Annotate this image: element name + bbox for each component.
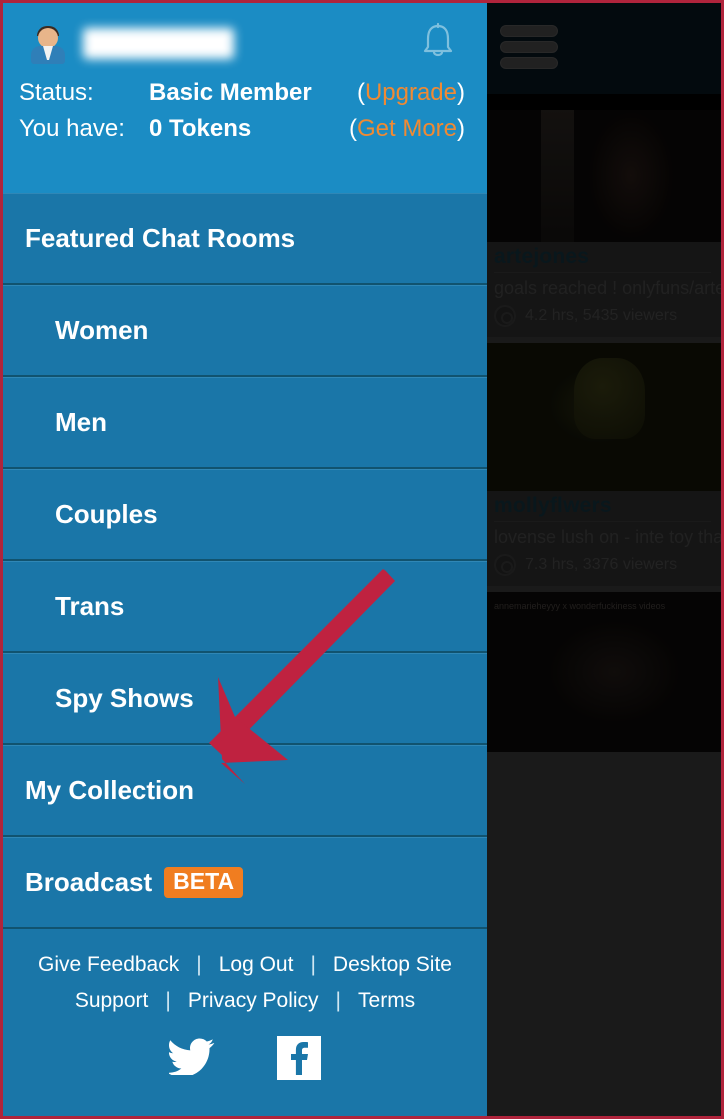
get-more-link[interactable]: (Get More)	[349, 115, 465, 143]
status-value: Basic Member	[149, 79, 312, 106]
sidebar-item-women[interactable]: Women	[3, 285, 487, 377]
cam-thumbnail[interactable]	[484, 343, 721, 491]
cam-description: lovense lush on - inte toy that vibrates…	[494, 527, 721, 547]
sidebar-item-my-collection[interactable]: My Collection	[3, 745, 487, 837]
sidebar-item-featured-chat-rooms[interactable]: Featured Chat Rooms	[3, 193, 487, 285]
sidebar-item-men[interactable]: Men	[3, 377, 487, 469]
sidebar-drawer: xxxxxxxxx Status: Basic Member (Upgrade)…	[3, 3, 487, 1116]
sidebar-item-label: My Collection	[25, 775, 195, 805]
social-links	[3, 1035, 487, 1080]
notification-bell-icon[interactable]	[421, 21, 455, 61]
paren-close: )	[457, 115, 465, 142]
sidebar-item-spy-shows[interactable]: Spy Shows	[3, 653, 487, 745]
footer-separator: |	[196, 953, 202, 976]
cam-card[interactable]: mollyflwers lovense lush on - inte toy t…	[484, 343, 721, 586]
cam-name[interactable]: artejones	[494, 245, 711, 273]
support-link[interactable]: Support	[75, 989, 149, 1013]
cam-name[interactable]: mollyflwers	[494, 494, 711, 522]
cam-thumbnail[interactable]: annemarieheyyy x wonderfuckiness videos	[484, 592, 721, 752]
terms-link[interactable]: Terms	[358, 989, 415, 1013]
sidebar-item-label: Couples	[55, 499, 158, 529]
privacy-policy-link[interactable]: Privacy Policy	[188, 989, 319, 1013]
cam-overlay-label: annemarieheyyy x wonderfuckiness videos	[494, 601, 666, 611]
cam-card[interactable]: artejones goals reached ! onlyfuns/artej…	[484, 94, 721, 337]
webcam-icon	[494, 305, 516, 327]
cam-stats-text: 7.3 hrs, 3376 viewers	[525, 556, 678, 573]
upgrade-link[interactable]: (Upgrade)	[357, 79, 465, 107]
sidebar-footer: Give Feedback | Log Out | Desktop Site S…	[3, 929, 487, 1116]
sidebar-item-label: Men	[55, 407, 107, 437]
tokens-value: 0 Tokens	[149, 115, 252, 142]
main-content-panel: artejones goals reached ! onlyfuns/artej…	[484, 3, 721, 1116]
cam-meta: artejones goals reached ! onlyfuns/artej…	[484, 242, 721, 337]
status-label: Status:	[19, 79, 94, 106]
app-screen: artejones goals reached ! onlyfuns/artej…	[0, 0, 724, 1119]
paren-open: (	[348, 115, 357, 142]
sidebar-item-couples[interactable]: Couples	[3, 469, 487, 561]
top-bar	[484, 3, 721, 94]
facebook-icon[interactable]	[277, 1035, 321, 1080]
twitter-icon[interactable]	[167, 1035, 217, 1080]
upgrade-link-text[interactable]: Upgrade	[365, 79, 457, 106]
sidebar-item-label: Broadcast BETA	[3, 867, 244, 898]
cam-thumbnail[interactable]	[484, 94, 721, 242]
cam-meta: mollyflwers lovense lush on - inte toy t…	[484, 491, 721, 586]
sidebar-item-label: Spy Shows	[55, 683, 194, 713]
cam-stats: 7.3 hrs, 3376 viewers	[494, 554, 711, 576]
footer-separator: |	[165, 989, 171, 1012]
give-feedback-link[interactable]: Give Feedback	[38, 953, 179, 977]
sidebar-item-broadcast[interactable]: Broadcast BETA	[3, 837, 487, 929]
status-row: Status: Basic Member (Upgrade)	[19, 79, 471, 107]
webcam-icon	[494, 554, 516, 576]
get-more-link-text[interactable]: Get More	[357, 115, 457, 142]
footer-links-row-2: Support | Privacy Policy | Terms	[3, 989, 487, 1013]
sidebar-item-label: Trans	[55, 591, 125, 621]
cam-stats-text: 4.2 hrs, 5435 viewers	[525, 307, 678, 324]
cam-stats: 4.2 hrs, 5435 viewers	[494, 305, 711, 327]
footer-separator: |	[335, 989, 342, 1012]
cam-description: goals reached ! onlyfuns/artejones	[494, 278, 721, 298]
footer-links-row-1: Give Feedback | Log Out | Desktop Site	[3, 953, 487, 977]
footer-separator: |	[310, 953, 316, 976]
log-out-link[interactable]: Log Out	[219, 953, 294, 977]
username-label: xxxxxxxxx	[83, 27, 235, 59]
paren-close: )	[457, 79, 465, 106]
tokens-label: You have:	[19, 115, 125, 142]
paren-open: (	[356, 79, 365, 106]
hamburger-menu-icon[interactable]	[500, 25, 558, 69]
sidebar-header: xxxxxxxxx Status: Basic Member (Upgrade)…	[3, 3, 487, 193]
sidebar-item-label: Featured Chat Rooms	[25, 223, 296, 253]
cam-card[interactable]: annemarieheyyy x wonderfuckiness videos	[484, 592, 721, 752]
user-row: xxxxxxxxx	[19, 15, 471, 71]
sidebar-item-trans[interactable]: Trans	[3, 561, 487, 653]
broadcast-text: Broadcast	[25, 867, 153, 897]
beta-badge: BETA	[164, 867, 244, 898]
desktop-site-link[interactable]: Desktop Site	[333, 953, 452, 977]
tokens-row: You have: 0 Tokens (Get More)	[19, 115, 471, 143]
sidebar-item-label: Women	[55, 315, 149, 345]
person-avatar-icon[interactable]	[27, 22, 69, 64]
